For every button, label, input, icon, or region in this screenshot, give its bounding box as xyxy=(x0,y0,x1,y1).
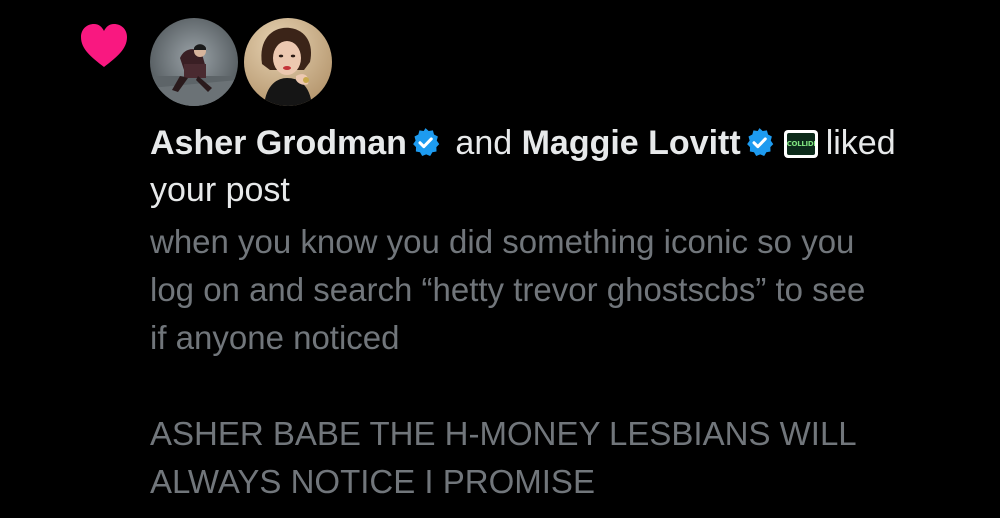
notification-content: Asher Grodman and Maggie Lovitt COLLIDER l… xyxy=(150,120,980,506)
user1-name[interactable]: Asher Grodman xyxy=(150,124,407,162)
verified-badge-icon xyxy=(746,128,773,156)
user2-name[interactable]: Maggie Lovitt xyxy=(522,124,741,162)
verified-badge-icon xyxy=(413,128,440,156)
post-text-line: when you know you did something iconic s… xyxy=(150,223,855,260)
post-text-line: log on and search “hetty trevor ghostscb… xyxy=(150,271,866,308)
action-word: liked xyxy=(825,124,896,162)
post-text-line: if anyone noticed xyxy=(150,319,400,356)
like-notification[interactable]: Asher Grodman and Maggie Lovitt COLLIDER l… xyxy=(0,0,1000,518)
post-text-line: ASHER BABE THE H-MONEY LESBIANS WILL xyxy=(150,415,857,452)
avatar-maggie[interactable] xyxy=(244,18,332,106)
liker-avatars xyxy=(150,18,332,106)
notification-headline: Asher Grodman and Maggie Lovitt COLLIDER l… xyxy=(150,120,980,214)
affiliate-badge-logo: COLLIDER xyxy=(786,133,815,155)
affiliate-badge-icon[interactable]: COLLIDER xyxy=(783,130,818,158)
connector-text: and xyxy=(455,124,513,162)
heart-icon xyxy=(81,24,127,67)
liked-post-text[interactable]: when you know you did something iconic s… xyxy=(150,218,980,506)
action-rest: your post xyxy=(150,171,290,209)
avatar-asher[interactable] xyxy=(150,18,238,106)
post-text-line: ALWAYS NOTICE I PROMISE xyxy=(150,463,595,500)
